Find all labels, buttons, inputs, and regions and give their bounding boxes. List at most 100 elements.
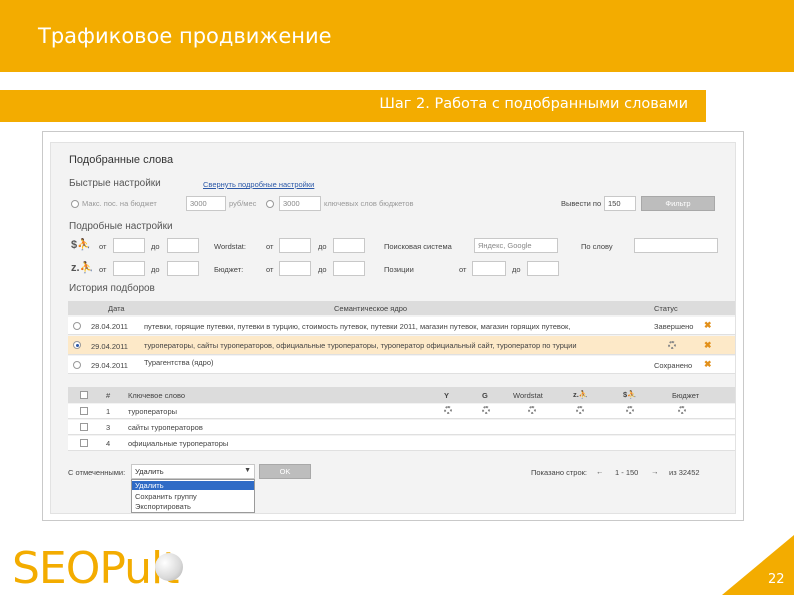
logo-ball-icon [155,553,183,581]
loading-spinner-icon [668,341,676,349]
delete-icon[interactable]: ✖ [704,340,712,351]
step-title: Шаг 2. Работа с подобранными словами [379,96,688,112]
keyword-row[interactable]: 1 туроператоры [68,404,735,419]
keywords-col-budget: Бюджет [672,391,700,400]
history-status: Завершено [654,322,694,331]
prev-arrow-icon[interactable]: ← [596,467,604,476]
z-person-icon: z.⛹ [71,262,94,274]
keyword-text: сайты туроператоров [128,423,203,432]
keywords-col-y: Y [444,391,450,400]
filter-button[interactable]: Фильтр [641,196,715,211]
loading-spinner-icon [626,406,634,414]
wordstat-label: Wordstat: [214,242,246,251]
history-col-date: Дата [108,304,125,313]
history-date: 29.04.2011 [91,361,128,370]
next-arrow-icon[interactable]: → [651,467,659,476]
keyword-num: 4 [106,439,111,448]
select-all-checkbox[interactable] [80,391,88,399]
z-person-icon: z.⛹ [573,390,589,399]
history-header: Дата Семантическое ядро Статус [68,301,735,315]
ok-button[interactable]: OK [259,464,311,479]
keyword-checkbox[interactable] [80,439,88,447]
budget-from-input[interactable] [279,261,311,276]
history-status: Сохранено [654,361,693,370]
count-label: ключевых слов бюджетов [324,199,414,208]
history-core: туроператоры, сайты туроператоров, офици… [144,341,577,350]
keyword-row[interactable]: 3 сайты туроператоров [68,420,735,435]
history-radio[interactable] [73,341,81,349]
page-number: 22 [768,572,785,587]
from-label: от [99,265,107,274]
count-input[interactable]: 3000 [279,196,321,211]
budget-input[interactable]: 3000 [186,196,226,211]
chevron-down-icon: ▼ [244,467,251,474]
by-word-input[interactable] [634,238,718,253]
keywords-col-g: G [482,391,488,400]
cost-from-input[interactable] [113,238,145,253]
from-label: от [459,265,467,274]
loading-spinner-icon [482,406,490,414]
keyword-num: 1 [106,407,111,416]
keyword-row[interactable]: 4 официальные туроператоры [68,436,735,451]
positions-to-input[interactable] [527,261,559,276]
wordstat-to-input[interactable] [333,238,365,253]
history-row[interactable]: 29.04.2011 Турагентства (ядро) Сохранено… [68,356,735,374]
search-engine-label: Поисковая система [384,242,452,251]
keywords-header: # Ключевое слово Y G Wordstat z.⛹ $⛹ Бюд… [68,387,735,403]
action-select[interactable]: Удалить ▼ [131,464,255,479]
budget-radio[interactable] [71,200,79,208]
dropdown-option-delete[interactable]: Удалить [132,481,254,490]
loading-spinner-icon [576,406,584,414]
wordstat-from-input[interactable] [279,238,311,253]
history-core: путевки, горящие путевки, путевки в турц… [144,322,571,331]
keyword-checkbox[interactable] [80,423,88,431]
budget-label: Макс. пос. на бюджет [82,199,157,208]
rows-shown-label: Показано строк: [531,468,587,477]
keyword-text: туроператоры [128,407,178,416]
budget-unit: руб/мес [229,199,257,208]
from-label: от [99,242,107,251]
by-word-label: По слову [581,242,613,251]
action-dropdown-list: Удалить Сохранить группу Экспортировать [131,479,255,513]
history-radio[interactable] [73,361,81,369]
screenshot-frame: Подобранные слова Быстрые настройки Свер… [42,131,744,521]
history-title: История подборов [69,283,155,294]
loading-spinner-icon [678,406,686,414]
pos-to-input[interactable] [167,261,199,276]
keyword-checkbox[interactable] [80,407,88,415]
delete-icon[interactable]: ✖ [704,359,712,370]
from-label: от [266,265,274,274]
to-label: до [151,242,160,251]
pos-from-input[interactable] [113,261,145,276]
delete-icon[interactable]: ✖ [704,320,712,331]
positions-label: Позиции [384,265,414,274]
collapse-settings-link[interactable]: Свернуть подробные настройки [203,180,314,189]
loading-spinner-icon [444,406,452,414]
dropdown-option-export[interactable]: Экспортировать [135,502,191,511]
history-radio[interactable] [73,322,81,330]
detail-settings-title: Подробные настройки [69,221,173,232]
history-core: Турагентства (ядро) [144,358,214,367]
budget-to-input[interactable] [333,261,365,276]
to-label: до [318,242,327,251]
count-radio[interactable] [266,200,274,208]
positions-from-input[interactable] [472,261,506,276]
budget-filter-label: Бюджет: [214,265,244,274]
cost-to-input[interactable] [167,238,199,253]
show-select[interactable]: 150 [604,196,636,211]
keywords-col-num: # [106,391,111,400]
history-col-core: Семантическое ядро [334,304,408,313]
history-col-status: Статус [654,304,678,313]
history-row[interactable]: 28.04.2011 путевки, горящие путевки, пут… [68,317,735,335]
keywords-col-wordstat: Wordstat [513,391,543,400]
step-bar: Шаг 2. Работа с подобранными словами [0,90,706,122]
to-label: до [512,265,521,274]
slide: Трафиковое продвижение Шаг 2. Работа с п… [0,0,794,595]
rows-range: 1 - 150 [615,468,639,477]
rows-total: из 32452 [669,468,700,477]
to-label: до [151,265,160,274]
search-engine-select[interactable]: Яндекс, Google [474,238,558,253]
dropdown-option-save-group[interactable]: Сохранить группу [135,492,197,501]
with-selected-label: С отмеченными: [68,468,126,477]
history-row-selected[interactable]: 29.04.2011 туроператоры, сайты туроперат… [68,336,735,355]
